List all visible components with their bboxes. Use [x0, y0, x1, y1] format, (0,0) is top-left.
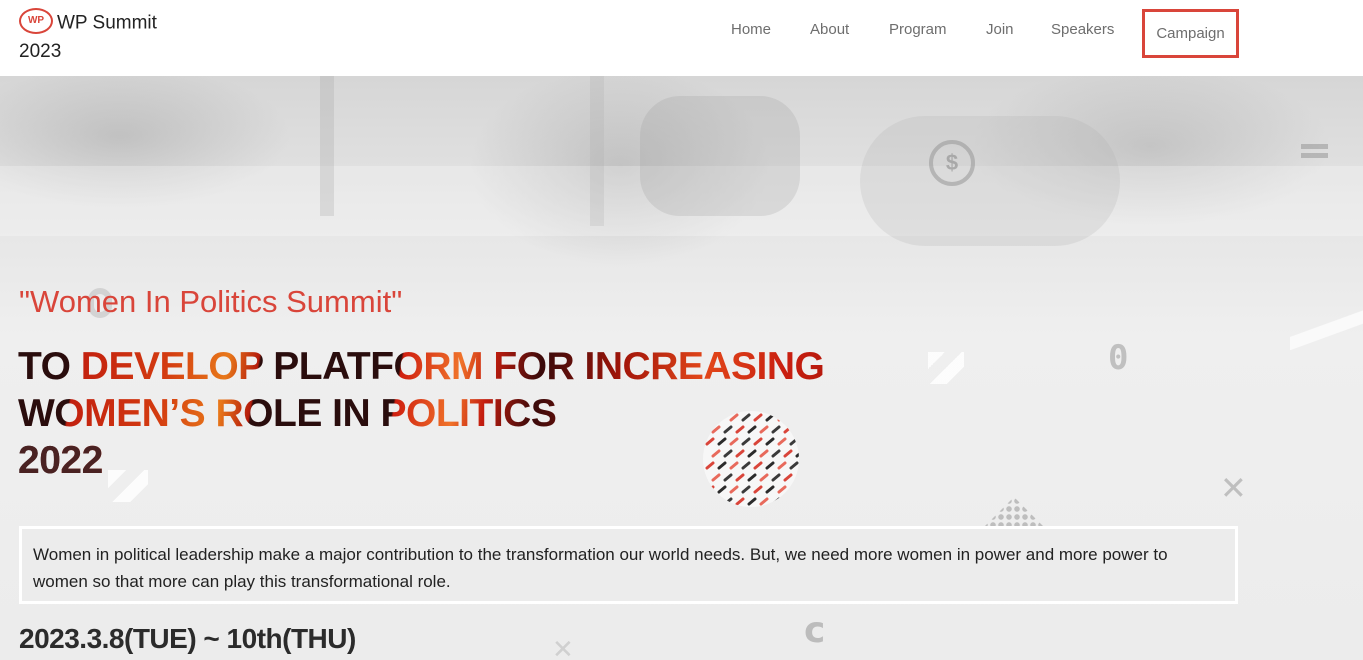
background-blur-figure: [640, 96, 800, 216]
hero-headline: TO DEVELOP PLATFORM FOR INCREASING WOMEN…: [18, 343, 848, 484]
close-x-icon: ✕: [552, 634, 574, 660]
pattern-dash: [735, 497, 745, 506]
no-dollar-icon: $: [929, 140, 975, 186]
background-blur-post: [320, 76, 334, 216]
c-glyph: c: [804, 610, 826, 651]
nav-home[interactable]: Home: [731, 20, 771, 40]
nav-speakers[interactable]: Speakers: [1051, 20, 1114, 40]
hero-description: Women in political leadership make a maj…: [19, 526, 1238, 604]
site-header: WP WP Summit 2023 Home About Program Join…: [0, 0, 1363, 76]
headline-line: TO DEVELOP PLATFORM FOR INCREASING: [18, 345, 825, 388]
main-nav: Home About Program Join Speakers Campaig…: [0, 0, 1363, 76]
event-dates: 2023.3.8(TUE) ~ 10th(THU): [19, 623, 356, 654]
pattern-dash: [729, 485, 739, 494]
pattern-dash: [717, 485, 727, 494]
close-x-icon: ✕: [1220, 470, 1247, 506]
pattern-dash: [747, 497, 757, 506]
diagonal-stripe-decoration: [1290, 310, 1363, 350]
nav-join[interactable]: Join: [986, 20, 1014, 40]
background-blur-figure: [860, 116, 1120, 246]
menu-bars-icon: [1301, 144, 1328, 162]
checker-decoration: [928, 352, 964, 384]
hero-subtitle: "Women In Politics Summit": [19, 284, 403, 319]
zero-glyph: 0: [1108, 338, 1129, 378]
pattern-dash: [759, 497, 769, 506]
headline-year: 2022: [18, 439, 103, 482]
nav-program[interactable]: Program: [889, 20, 947, 40]
pattern-dash: [777, 485, 787, 494]
background-blur-post: [590, 76, 604, 226]
pattern-dash: [741, 485, 751, 494]
headline-line: WOMEN’S ROLE IN POLITICS: [18, 392, 557, 435]
nav-about[interactable]: About: [810, 20, 849, 40]
pattern-dash: [753, 485, 763, 494]
nav-campaign[interactable]: Campaign: [1142, 9, 1239, 58]
pattern-dash: [765, 485, 775, 494]
